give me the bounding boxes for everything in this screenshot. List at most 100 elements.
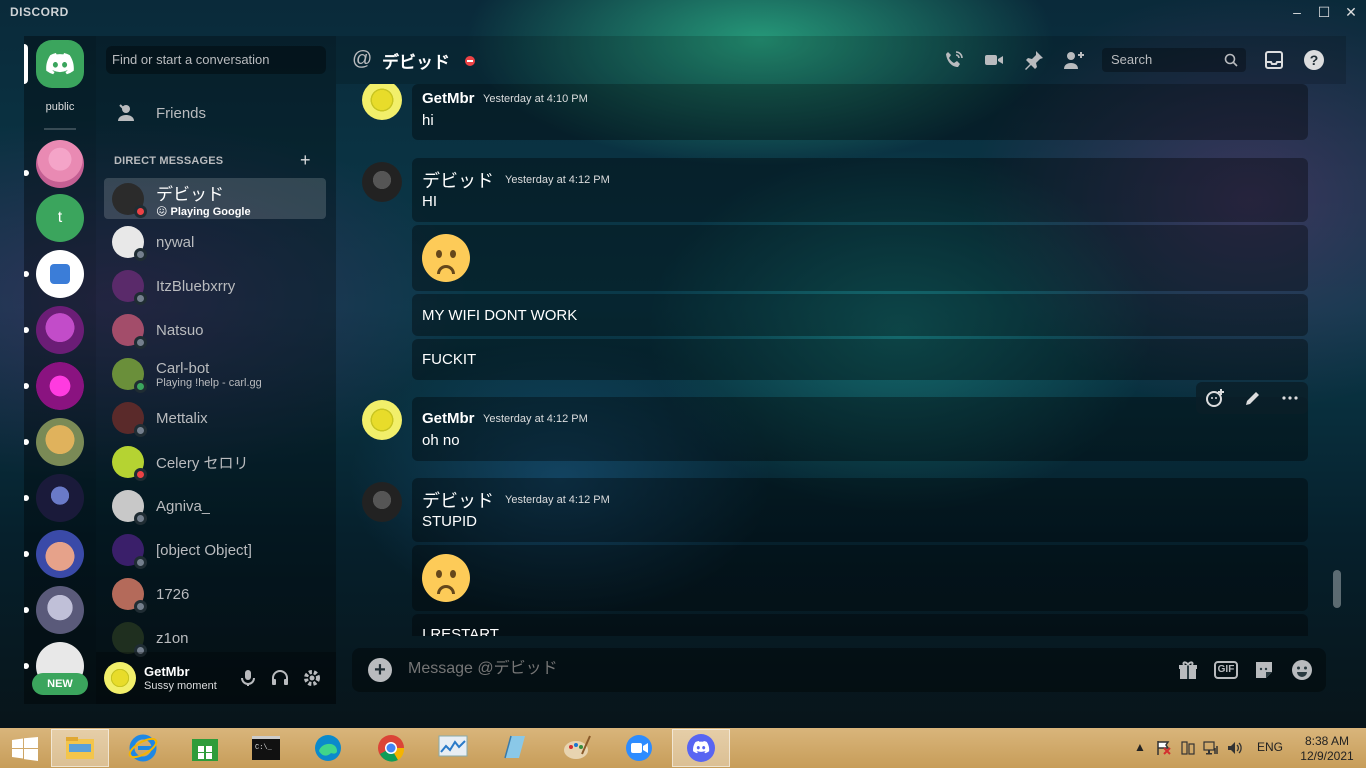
taskbar-paint[interactable] <box>548 729 606 767</box>
emoji-picker-button[interactable] <box>1290 658 1314 682</box>
tray-overflow-icon[interactable]: ▲ <box>1134 740 1146 754</box>
avatar[interactable] <box>362 84 402 120</box>
dm-item[interactable]: Celery セロリ <box>104 442 326 482</box>
dm-item[interactable]: Natsuo <box>104 310 326 350</box>
dm-item[interactable]: Mettalix <box>104 398 326 438</box>
taskbar-discord[interactable] <box>672 729 730 767</box>
dm-item[interactable]: 1726 <box>104 574 326 614</box>
taskbar-command-prompt[interactable]: C:\_ <box>237 729 295 767</box>
dm-item[interactable]: Carl-bot Playing !help - carl.gg <box>104 354 326 394</box>
avatar[interactable] <box>362 482 402 522</box>
clock-time: 8:38 AM <box>1304 734 1350 748</box>
maximize-button[interactable]: ☐ <box>1309 2 1339 22</box>
inbox-button[interactable] <box>1262 48 1286 72</box>
dm-text: デビッド 😖 Playing Google <box>156 180 251 218</box>
find-conversation-button[interactable]: Find or start a conversation <box>106 46 326 74</box>
device-icon[interactable] <box>1180 740 1196 756</box>
taskbar-store[interactable] <box>176 729 234 767</box>
taskbar-zoom[interactable] <box>610 729 668 767</box>
status-indicator <box>134 468 147 481</box>
pin-icon <box>1025 51 1043 70</box>
taskbar-notepad[interactable] <box>486 729 544 767</box>
unread-indicator <box>24 551 29 557</box>
avatar[interactable] <box>104 662 136 694</box>
avatar[interactable] <box>362 400 402 440</box>
add-reaction-icon[interactable] <box>1205 388 1225 408</box>
voice-call-button[interactable] <box>942 48 966 72</box>
home-button[interactable] <box>36 40 84 88</box>
help-icon: ? <box>1304 50 1324 70</box>
unread-indicator <box>24 327 29 333</box>
message-text: MY WIFI DONT WORK <box>422 307 578 324</box>
message-text: HI <box>422 193 437 210</box>
video-call-button[interactable] <box>982 48 1006 72</box>
deafen-button[interactable] <box>268 666 292 690</box>
gif-button[interactable]: GIF <box>1214 658 1238 682</box>
message-author[interactable]: GetMbr <box>422 90 475 107</box>
server-icon-dark[interactable] <box>36 474 84 522</box>
taskbar-file-explorer[interactable] <box>51 729 109 767</box>
status-indicator <box>134 600 147 613</box>
server-list: public t NEW <box>24 36 96 704</box>
message-author[interactable]: GetMbr <box>422 410 475 427</box>
message-author[interactable]: デビッド <box>422 167 494 193</box>
headphones-icon <box>272 670 288 685</box>
dm-text: Celery セロリ <box>156 452 249 473</box>
server-icon-endermancer[interactable] <box>36 306 84 354</box>
message-input[interactable] <box>408 660 1108 678</box>
dm-item[interactable]: ItzBluebxrry <box>104 266 326 306</box>
dm-item[interactable]: デビッド 😖 Playing Google <box>104 178 326 219</box>
avatar <box>112 182 147 218</box>
message-text: I RESTART <box>422 626 499 636</box>
help-button[interactable]: ? <box>1302 48 1326 72</box>
server-icon-knight[interactable] <box>36 586 84 634</box>
avatar[interactable] <box>362 162 402 202</box>
mute-button[interactable] <box>236 666 260 690</box>
pinned-messages-button[interactable] <box>1022 48 1046 72</box>
status-indicator <box>134 512 147 525</box>
taskbar-chrome[interactable] <box>362 729 420 767</box>
sticker-button[interactable] <box>1252 658 1276 682</box>
message-bubble <box>412 339 1308 380</box>
zoom-icon <box>626 735 652 761</box>
minimize-button[interactable]: – <box>1282 2 1312 22</box>
language-indicator[interactable]: ENG <box>1257 740 1283 754</box>
create-dm-button[interactable]: + <box>300 150 311 171</box>
server-icon-cat[interactable] <box>36 530 84 578</box>
clock[interactable]: 8:38 AM 12/9/2021 <box>1296 734 1358 764</box>
message-list: GetMbr Yesterday at 4:10 PM hi デビッド Yest… <box>336 84 1346 636</box>
server-icon-g-logo[interactable] <box>36 250 84 298</box>
search-input[interactable]: Search <box>1102 48 1246 72</box>
windows-start-icon[interactable] <box>12 737 38 761</box>
dm-item[interactable]: Agniva_ <box>104 486 326 526</box>
server-icon-pink[interactable] <box>36 362 84 410</box>
server-icon-t[interactable]: t <box>36 194 84 242</box>
user-panel: GetMbr Sussy moment <box>96 652 336 704</box>
add-friend-to-dm-button[interactable] <box>1062 48 1086 72</box>
message-author[interactable]: デビッド <box>422 487 494 513</box>
more-options-icon[interactable] <box>1281 389 1299 407</box>
close-button[interactable]: ✕ <box>1336 2 1366 22</box>
gift-button[interactable] <box>1176 658 1200 682</box>
user-settings-button[interactable] <box>300 666 324 690</box>
volume-icon[interactable] <box>1227 740 1243 756</box>
dm-name: nywal <box>156 233 195 251</box>
server-icon-doge[interactable] <box>36 418 84 466</box>
network-icon[interactable] <box>1203 740 1219 756</box>
taskbar-internet-explorer[interactable] <box>114 729 172 767</box>
dm-item[interactable]: [object Object] <box>104 530 326 570</box>
avatar <box>112 270 147 305</box>
action-center-flag-icon[interactable] <box>1156 740 1172 756</box>
scrollbar-thumb[interactable] <box>1333 570 1341 608</box>
edit-icon[interactable] <box>1244 389 1262 407</box>
server-icon-character[interactable] <box>36 140 84 188</box>
dm-item[interactable]: nywal <box>104 222 326 262</box>
taskbar-performance-monitor[interactable] <box>424 729 482 767</box>
friends-nav-item[interactable]: Friends <box>104 98 326 128</box>
status-indicator <box>134 292 147 305</box>
upload-button[interactable]: + <box>368 658 392 682</box>
taskbar-edge[interactable] <box>299 729 357 767</box>
new-badge[interactable]: NEW <box>32 673 88 695</box>
unread-indicator <box>24 271 29 277</box>
message-timestamp: Yesterday at 4:12 PM <box>505 494 610 506</box>
